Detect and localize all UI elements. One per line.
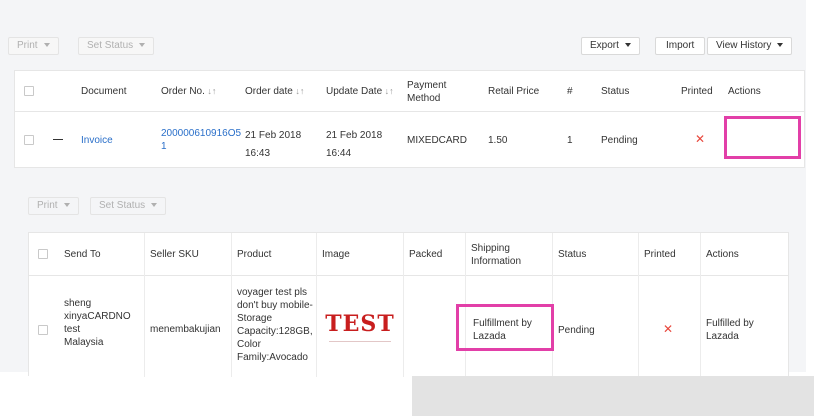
send-to: sheng xinyaCARDNO test Malaysia <box>64 297 131 349</box>
item-count: 1 <box>567 135 573 146</box>
view-history-button[interactable]: View History <box>707 37 793 55</box>
sub-print-button[interactable]: Print <box>28 197 79 215</box>
chevron-down-icon <box>43 43 50 48</box>
send-to-line: Malaysia <box>64 337 104 348</box>
header-actions: Actions <box>728 86 761 97</box>
items-table-header: Send To Seller SKU Product Image Packed … <box>29 233 788 276</box>
header-product: Product <box>237 249 272 260</box>
set-status-label: Set Status <box>87 40 134 51</box>
column-divider <box>700 233 701 377</box>
update-date-line1: 21 Feb 2018 <box>326 130 383 141</box>
seller-sku: menembakujian <box>150 324 221 335</box>
order-no-line1: 200000610916O5 <box>161 128 242 139</box>
actions-highlight-box <box>724 116 801 159</box>
order-date-line2: 16:43 <box>245 148 271 159</box>
import-button[interactable]: Import <box>655 37 706 55</box>
set-status-button[interactable]: Set Status <box>78 37 155 55</box>
header-seller-sku: Seller SKU <box>150 249 199 260</box>
product-line: voyager test pls <box>237 287 308 298</box>
update-date: 21 Feb 2018 16:44 <box>326 127 382 163</box>
header-order-date-label: Order date <box>245 86 293 97</box>
product-line: Color <box>237 339 261 350</box>
header-shipping-information: Shipping Information <box>471 243 522 267</box>
sub-set-status-label: Set Status <box>99 200 146 211</box>
product-description: voyager test pls don't buy mobile- Stora… <box>237 286 313 364</box>
shipping-info-highlight-box <box>456 304 554 351</box>
order-status: Pending <box>601 135 638 146</box>
invoice-link[interactable]: Invoice <box>81 134 113 147</box>
column-divider <box>231 233 232 377</box>
import-label: Import <box>666 40 695 51</box>
row-checkbox[interactable] <box>24 135 34 145</box>
item-actions: Fulfilled by Lazada <box>706 317 754 343</box>
sort-icon: ↓↑ <box>204 86 217 96</box>
header-order-no[interactable]: Order No. ↓↑ <box>161 85 216 98</box>
print-label: Print <box>17 40 38 51</box>
header-item-status: Status <box>558 249 587 260</box>
retail-price: 1.50 <box>488 135 508 146</box>
export-label: Export <box>590 40 619 51</box>
header-order-no-label: Order No. <box>161 86 205 97</box>
sort-icon: ↓↑ <box>292 86 305 96</box>
sub-print-label: Print <box>37 200 58 211</box>
payment-method: MIXEDCARD <box>407 135 468 146</box>
header-packed: Packed <box>409 249 443 260</box>
product-line: Family:Avocado <box>237 352 308 363</box>
sort-icon: ↓↑ <box>382 86 394 96</box>
orders-table: Document Order No. ↓↑ Order date ↓↑ Upda… <box>14 70 805 168</box>
column-divider <box>316 233 317 377</box>
column-divider <box>403 233 404 377</box>
items-table: Send To Seller SKU Product Image Packed … <box>28 232 789 377</box>
item-action-line: Lazada <box>706 331 739 342</box>
chevron-down-icon <box>151 203 158 208</box>
product-line: Storage <box>237 313 273 324</box>
header-update-date[interactable]: Update Date ↓↑ <box>326 85 394 98</box>
test-stamp-text: TEST <box>325 311 395 337</box>
update-date-line2: 16:44 <box>326 148 352 159</box>
order-date-line1: 21 Feb 2018 <box>245 130 302 141</box>
image-underline <box>329 341 391 342</box>
chevron-down-icon <box>624 43 631 48</box>
select-all-checkbox[interactable] <box>24 86 34 96</box>
not-printed-icon: ✕ <box>695 132 706 146</box>
order-date: 21 Feb 2018 16:43 <box>245 127 301 163</box>
send-to-line: sheng <box>64 298 92 309</box>
chevron-down-icon <box>63 203 70 208</box>
header-image: Image <box>322 249 350 260</box>
header-document: Document <box>81 86 127 97</box>
send-to-line: xinyaCARDNO <box>64 311 131 322</box>
header-printed: Printed <box>681 86 713 97</box>
header-retail-price: Retail Price <box>488 86 540 97</box>
select-all-items-checkbox[interactable] <box>38 249 48 259</box>
product-line: Capacity:128GB, <box>237 326 313 337</box>
chevron-down-icon <box>777 43 784 48</box>
order-no-link[interactable]: 200000610916O5 1 <box>161 127 241 153</box>
item-status: Pending <box>558 325 595 336</box>
chevron-down-icon <box>139 43 146 48</box>
header-count: # <box>567 86 573 97</box>
header-payment-method: Payment Method <box>407 80 447 104</box>
item-action-line: Fulfilled by <box>706 318 754 329</box>
send-to-line: test <box>64 324 81 335</box>
view-history-label: View History <box>716 40 772 51</box>
product-image: TEST <box>325 299 395 349</box>
header-item-actions: Actions <box>706 249 739 260</box>
export-button[interactable]: Export <box>581 37 640 55</box>
header-send-to: Send To <box>64 249 101 260</box>
orders-table-header: Document Order No. ↓↑ Order date ↓↑ Upda… <box>15 71 804 112</box>
item-row-checkbox[interactable] <box>38 325 48 335</box>
sub-set-status-button[interactable]: Set Status <box>90 197 167 215</box>
header-item-printed: Printed <box>644 249 676 260</box>
order-no-line2: 1 <box>161 141 167 152</box>
column-divider <box>144 233 145 377</box>
bottom-gray-panel <box>412 376 814 416</box>
collapse-toggle[interactable]: — <box>53 133 63 146</box>
product-line: don't buy mobile- <box>237 300 313 311</box>
header-status: Status <box>601 86 630 97</box>
header-order-date[interactable]: Order date ↓↑ <box>245 85 304 98</box>
column-divider <box>638 233 639 377</box>
print-button[interactable]: Print <box>8 37 59 55</box>
header-update-date-label: Update Date <box>326 86 383 97</box>
item-not-printed-icon: ✕ <box>663 322 674 336</box>
